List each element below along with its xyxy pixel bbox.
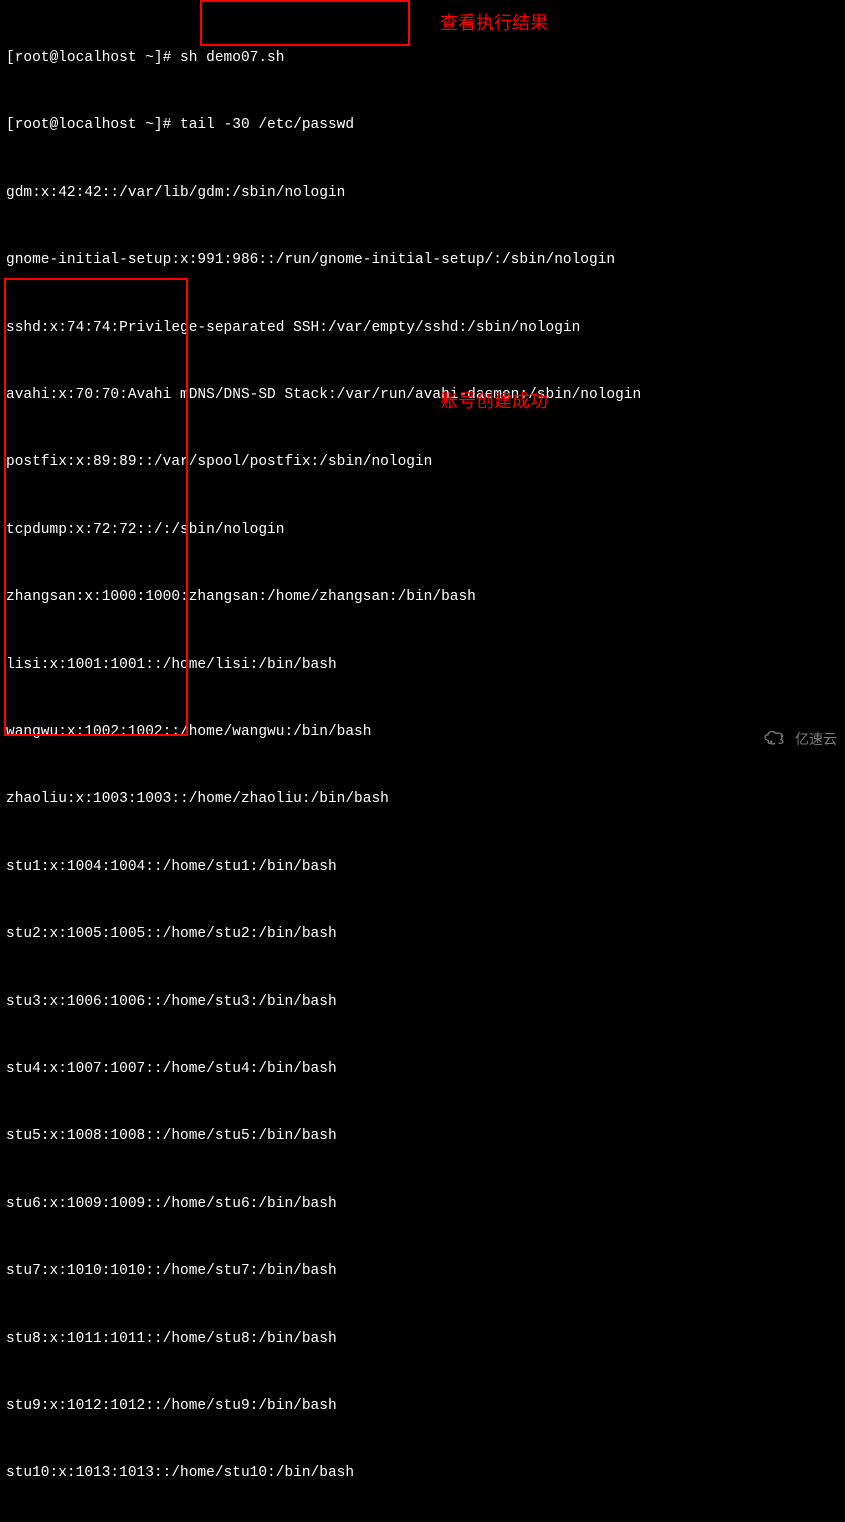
output-line: stu5:x:1008:1008::/home/stu5:/bin/bash	[6, 1125, 839, 1147]
shell-prompt: [root@localhost ~]#	[6, 50, 180, 66]
output-line: stu7:x:1010:1010::/home/stu7:/bin/bash	[6, 1260, 839, 1282]
output-line: postfix:x:89:89::/var/spool/postfix:/sbi…	[6, 451, 839, 473]
annotation-view-result: 查看执行结果	[440, 10, 548, 38]
output-line: gdm:x:42:42::/var/lib/gdm:/sbin/nologin	[6, 182, 839, 204]
watermark-text: 亿速云	[795, 729, 837, 751]
output-line: gnome-initial-setup:x:991:986::/run/gnom…	[6, 249, 839, 271]
cloud-icon	[761, 727, 789, 753]
output-line: zhangsan:x:1000:1000:zhangsan:/home/zhan…	[6, 586, 839, 608]
output-line: stu4:x:1007:1007::/home/stu4:/bin/bash	[6, 1058, 839, 1080]
output-line: zhaoliu:x:1003:1003::/home/zhaoliu:/bin/…	[6, 788, 839, 810]
command-line-1: [root@localhost ~]# sh demo07.sh	[6, 47, 839, 69]
command-text: sh demo07.sh	[180, 50, 284, 66]
output-line: wangwu:x:1002:1002::/home/wangwu:/bin/ba…	[6, 721, 839, 743]
output-line: stu1:x:1004:1004::/home/stu1:/bin/bash	[6, 856, 839, 878]
command-line-2: [root@localhost ~]# tail -30 /etc/passwd	[6, 114, 839, 136]
output-line: sshd:x:74:74:Privilege-separated SSH:/va…	[6, 317, 839, 339]
output-line: stu8:x:1011:1011::/home/stu8:/bin/bash	[6, 1328, 839, 1350]
shell-prompt: [root@localhost ~]#	[6, 117, 180, 133]
output-line: lisi:x:1001:1001::/home/lisi:/bin/bash	[6, 654, 839, 676]
command-text: tail -30 /etc/passwd	[180, 117, 354, 133]
output-line: stu9:x:1012:1012::/home/stu9:/bin/bash	[6, 1395, 839, 1417]
annotation-account-success: 账号创建成功	[440, 388, 548, 416]
output-line: stu10:x:1013:1013::/home/stu10:/bin/bash	[6, 1462, 839, 1484]
watermark: 亿速云	[761, 727, 837, 753]
output-line: tcpdump:x:72:72::/:/sbin/nologin	[6, 519, 839, 541]
output-line: avahi:x:70:70:Avahi mDNS/DNS-SD Stack:/v…	[6, 384, 839, 406]
output-line: stu2:x:1005:1005::/home/stu2:/bin/bash	[6, 923, 839, 945]
output-line: stu6:x:1009:1009::/home/stu6:/bin/bash	[6, 1193, 839, 1215]
output-line: stu3:x:1006:1006::/home/stu3:/bin/bash	[6, 991, 839, 1013]
terminal-output[interactable]: [root@localhost ~]# sh demo07.sh [root@l…	[6, 2, 839, 1522]
